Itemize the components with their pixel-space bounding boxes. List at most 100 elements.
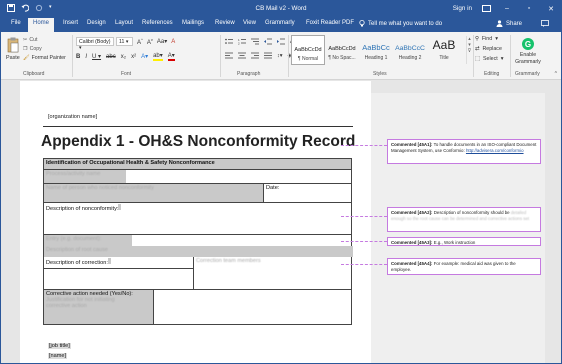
lightbulb-icon: [359, 20, 365, 27]
font-size-select[interactable]: 11 ▾: [116, 37, 133, 46]
enable-grammarly-button[interactable]: G Enable Grammarly: [513, 38, 543, 66]
table-cell[interactable]: [44, 269, 194, 290]
style-normal[interactable]: AaBbCcDd ¶ Normal: [291, 35, 325, 65]
tab-references[interactable]: References: [142, 20, 173, 26]
font-color-icon[interactable]: A▾: [167, 52, 175, 61]
close-icon[interactable]: ✕: [545, 3, 557, 14]
tab-insert[interactable]: Insert: [63, 20, 78, 26]
conformio-link[interactable]: http://advisera.com/conformio: [466, 148, 524, 153]
font-name-select[interactable]: Calibri (Body) ▾: [76, 37, 114, 51]
job-title-field[interactable]: [job title]: [48, 343, 71, 349]
collapse-ribbon-icon[interactable]: ^: [555, 71, 557, 77]
table-row: Identification of Occupational Health & …: [44, 159, 351, 170]
comment-connector: [341, 264, 387, 265]
maximize-icon[interactable]: ▫: [523, 3, 535, 14]
clipboard-group-label: Clipboard: [23, 71, 45, 77]
separator: [220, 35, 221, 77]
shrink-font-icon[interactable]: Av: [147, 37, 153, 46]
date-cell[interactable]: Date:: [264, 184, 353, 202]
strikethrough-icon[interactable]: abc: [106, 54, 116, 60]
justify-icon[interactable]: [264, 52, 272, 59]
person-icon: [496, 20, 503, 27]
table-cell[interactable]: Description of root cause: [44, 246, 353, 257]
comments-icon[interactable]: [541, 20, 549, 27]
table-cell[interactable]: Name of person who noticed nonconformity: [44, 184, 264, 202]
highlight-icon[interactable]: ab▾: [153, 52, 163, 61]
multilevel-list-icon[interactable]: [251, 38, 259, 45]
share-button[interactable]: Share: [496, 20, 522, 27]
font-format-row: B I U ▾ abc x₂ x² A▾ ab▾ A▾: [76, 52, 175, 61]
tab-file[interactable]: File: [11, 20, 21, 26]
table-cell[interactable]: Entry (e.g. document):: [44, 235, 132, 246]
underline-icon[interactable]: U ▾: [92, 53, 101, 60]
bullets-icon[interactable]: [225, 38, 233, 45]
tab-review[interactable]: Review: [215, 20, 235, 26]
table-row: Name of person who noticed nonconformity…: [44, 184, 351, 203]
superscript-icon[interactable]: x²: [131, 54, 136, 60]
comment-connector: [341, 145, 387, 146]
tab-mailings[interactable]: Mailings: [182, 20, 204, 26]
comment-3[interactable]: Commented [45A3]: E.g., Work instruction: [387, 237, 541, 246]
table-row: Description of nonconformity:: [44, 203, 351, 235]
corrective-action-cell[interactable]: Corrective action needed (Yes/No): Justi…: [44, 290, 154, 324]
tab-layout[interactable]: Layout: [115, 20, 133, 26]
table-cell[interactable]: Process/activity name: [44, 170, 126, 183]
table-row: Corrective action needed (Yes/No): Justi…: [44, 290, 351, 324]
decrease-indent-icon[interactable]: [264, 38, 272, 45]
tab-home[interactable]: Home: [28, 18, 55, 32]
clear-formatting-icon[interactable]: A: [171, 39, 175, 45]
share-label: Share: [506, 20, 523, 27]
comment-2[interactable]: Commented [45A2]: Description of nonconf…: [387, 207, 541, 232]
increase-indent-icon[interactable]: [277, 38, 285, 45]
italic-icon[interactable]: I: [85, 54, 87, 60]
line-spacing-icon[interactable]: ↕▾: [277, 53, 283, 59]
comment-connector: [341, 241, 387, 242]
align-right-icon[interactable]: [251, 52, 259, 59]
minimize-icon[interactable]: –: [501, 3, 513, 14]
grow-font-icon[interactable]: A^: [137, 37, 143, 46]
font-group-label: Font: [121, 71, 132, 77]
separator: [288, 35, 289, 77]
description-of-correction-cell[interactable]: Description of correction:: [44, 257, 194, 269]
paste-icon[interactable]: [7, 37, 19, 53]
change-case-icon[interactable]: Aa▾: [157, 38, 167, 45]
header-line: [43, 126, 353, 127]
align-center-icon[interactable]: [238, 52, 246, 59]
style-heading-2[interactable]: AaBbCcC Heading 2: [393, 35, 427, 65]
comment-1[interactable]: Commented [45A1]: To handle documents in…: [387, 139, 541, 164]
tab-grammarly[interactable]: Grammarly: [265, 20, 295, 26]
style-title[interactable]: AaB Title: [427, 35, 461, 65]
align-left-icon[interactable]: [225, 52, 233, 59]
subscript-icon[interactable]: x₂: [121, 54, 126, 60]
ribbon-display-options-icon[interactable]: [482, 5, 491, 12]
style-no-spacing[interactable]: AaBbCcDd ¶ No Spac...: [325, 35, 359, 65]
replace-icon: ⇄: [475, 46, 480, 52]
bold-icon[interactable]: B: [76, 54, 80, 60]
styles-scroll[interactable]: ▴ ▾ ⊽: [466, 36, 472, 64]
organization-name-field[interactable]: [organization name]: [48, 114, 97, 120]
sign-in-link[interactable]: Sign in: [453, 5, 472, 12]
cut-button[interactable]: ✂ Cut: [23, 37, 37, 43]
tab-foxit-reader-pdf[interactable]: Foxit Reader PDF: [306, 20, 354, 26]
grammarly-group-label: Grammarly: [515, 71, 540, 77]
paste-button[interactable]: Paste: [6, 55, 20, 61]
comment-4[interactable]: Commented [45A4]: For example: medical a…: [387, 258, 541, 275]
table-cell[interactable]: Correction team members: [194, 257, 353, 289]
copy-button[interactable]: ❐ Copy: [23, 46, 42, 52]
vertical-scrollbar[interactable]: [550, 81, 561, 363]
tab-view[interactable]: View: [243, 20, 256, 26]
document-title: Appendix 1 - OH&S Nonconformity Record: [41, 133, 356, 150]
find-button[interactable]: ⚲ Find ▾: [475, 36, 498, 42]
tab-design[interactable]: Design: [87, 20, 106, 26]
numbering-icon[interactable]: 12: [238, 38, 246, 45]
replace-button[interactable]: ⇄ Replace: [475, 46, 502, 52]
description-of-nonconformity-label[interactable]: Description of nonconformity:: [44, 203, 123, 213]
style-heading-1[interactable]: AaBbCc Heading 1: [359, 35, 393, 65]
text-effects-icon[interactable]: A▾: [141, 53, 148, 60]
name-field[interactable]: [name]: [48, 353, 68, 359]
tell-me-box[interactable]: Tell me what you want to do: [359, 20, 442, 27]
select-button[interactable]: ⬚ Select ▾: [475, 56, 503, 62]
separator: [72, 35, 73, 77]
format-painter-button[interactable]: 🖌 Format Painter: [23, 55, 66, 61]
table-cell[interactable]: [154, 290, 353, 324]
